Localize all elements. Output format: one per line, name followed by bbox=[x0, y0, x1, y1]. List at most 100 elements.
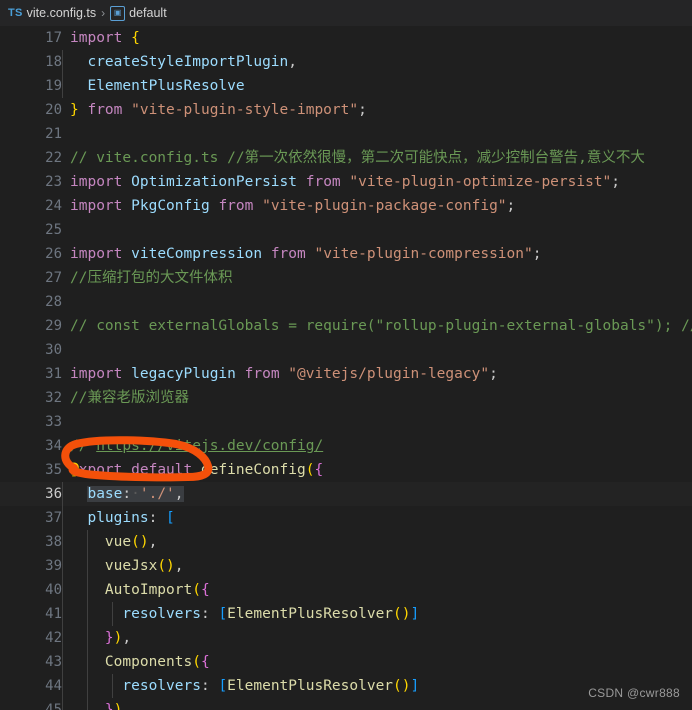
code-token: "vite-plugin-style-import" bbox=[131, 102, 359, 118]
code-text: ElementPlusResolve bbox=[62, 74, 245, 98]
code-token: { bbox=[200, 582, 210, 598]
code-line[interactable]: 33 bbox=[0, 410, 692, 434]
code-token: ElementPlusResolver bbox=[227, 678, 394, 694]
code-line[interactable]: 36 base:·'./', bbox=[0, 482, 692, 506]
code-line[interactable]: 25 bbox=[0, 218, 692, 242]
code-token: } bbox=[70, 102, 79, 118]
code-line[interactable]: 24 import PkgConfig from "vite-plugin-pac… bbox=[0, 194, 692, 218]
code-text: }), bbox=[62, 698, 131, 710]
line-number: 34 bbox=[45, 438, 62, 454]
breadcrumb-separator: › bbox=[101, 6, 106, 20]
watermark: CSDN @cwr888 bbox=[588, 686, 680, 700]
code-token: () bbox=[157, 558, 175, 574]
code-line[interactable]: 43 Components({ bbox=[0, 650, 692, 674]
code-text: // const externalGlobals = require("roll… bbox=[62, 314, 692, 338]
code-token: base bbox=[87, 486, 123, 502]
code-line[interactable]: 19 ElementPlusResolve bbox=[0, 74, 692, 98]
code-token: https://vitejs.dev/config/ bbox=[96, 438, 324, 454]
code-token: // bbox=[70, 438, 97, 454]
indent-guide bbox=[62, 650, 63, 674]
code-token: { bbox=[314, 462, 324, 478]
code-token: { bbox=[131, 30, 140, 46]
line-number: 22 bbox=[45, 150, 62, 166]
code-line[interactable]: 27 //压缩打包的大文件体积 bbox=[0, 266, 692, 290]
code-token: import bbox=[70, 174, 123, 190]
line-number: 24 bbox=[45, 198, 62, 214]
code-token: PkgConfig bbox=[131, 198, 210, 214]
code-token: , bbox=[288, 54, 297, 70]
lightbulb-quickfix-icon[interactable] bbox=[68, 461, 80, 477]
indent-guide bbox=[62, 482, 63, 506]
code-token: vue bbox=[104, 534, 132, 550]
indent-guide bbox=[112, 602, 113, 626]
indent-guide bbox=[87, 530, 88, 554]
indent-guide bbox=[87, 578, 88, 602]
code-line[interactable]: 26 import viteCompression from "vite-plug… bbox=[0, 242, 692, 266]
code-token: ] bbox=[410, 678, 420, 694]
indent-guide bbox=[62, 554, 63, 578]
code-token: [ bbox=[166, 510, 175, 526]
code-token: : bbox=[122, 486, 132, 502]
code-line[interactable]: 41 resolvers: [ElementPlusResolver()] bbox=[0, 602, 692, 626]
code-text: plugins: [ bbox=[62, 506, 175, 530]
code-line[interactable]: 42 }), bbox=[0, 626, 692, 650]
code-text: base:·'./', bbox=[62, 482, 184, 506]
code-line[interactable]: 18 createStyleImportPlugin, bbox=[0, 50, 692, 74]
code-line[interactable]: 39 vueJsx(), bbox=[0, 554, 692, 578]
code-token: "vite-plugin-compression" bbox=[314, 246, 533, 262]
code-line[interactable]: 28 bbox=[0, 290, 692, 314]
code-text: AutoImport({ bbox=[62, 578, 210, 602]
code-line[interactable]: 38 vue(), bbox=[0, 530, 692, 554]
line-number: 41 bbox=[45, 606, 62, 622]
code-token: ] bbox=[410, 606, 420, 622]
code-line[interactable]: 17 import { bbox=[0, 26, 692, 50]
line-number: 32 bbox=[45, 390, 62, 406]
code-line[interactable]: 40 AutoImport({ bbox=[0, 578, 692, 602]
code-text: createStyleImportPlugin, bbox=[62, 50, 297, 74]
code-line[interactable]: 23 import OptimizationPersist from "vite-… bbox=[0, 170, 692, 194]
code-line[interactable]: 22 // vite.config.ts //第一次依然很慢，第二次可能快点，减少… bbox=[0, 146, 692, 170]
line-number: 42 bbox=[45, 630, 62, 646]
code-token: AutoImport bbox=[104, 582, 193, 598]
code-text: import legacyPlugin from "@vitejs/plugin… bbox=[62, 362, 498, 386]
code-line[interactable]: 31 import legacyPlugin from "@vitejs/plug… bbox=[0, 362, 692, 386]
code-line[interactable]: 32 //兼容老版浏览器 bbox=[0, 386, 692, 410]
code-line[interactable]: 37 plugins: [ bbox=[0, 506, 692, 530]
code-text: import viteCompression from "vite-plugin… bbox=[62, 242, 541, 266]
code-token: resolvers bbox=[122, 678, 201, 694]
code-text: export default defineConfig({ bbox=[62, 458, 323, 482]
breadcrumb-file-name: vite.config.ts bbox=[26, 6, 97, 20]
code-line[interactable]: 35 export default defineConfig({ bbox=[0, 458, 692, 482]
code-token: , bbox=[122, 630, 132, 646]
symbol-variable-icon: ▣ bbox=[110, 5, 126, 21]
code-token: ; bbox=[611, 174, 621, 190]
code-token: plugins bbox=[87, 510, 149, 526]
code-token: ; bbox=[506, 198, 516, 214]
code-text: //兼容老版浏览器 bbox=[62, 386, 189, 410]
line-number: 33 bbox=[45, 414, 62, 430]
code-line[interactable]: 30 bbox=[0, 338, 692, 362]
code-line[interactable]: 34 // https://vitejs.dev/config/ bbox=[0, 434, 692, 458]
code-line[interactable]: 21 bbox=[0, 122, 692, 146]
code-token: "vite-plugin-package-config" bbox=[262, 198, 507, 214]
breadcrumb-file[interactable]: TS vite.config.ts bbox=[8, 6, 96, 20]
code-text: // vite.config.ts //第一次依然很慢，第二次可能快点，减少控制… bbox=[62, 146, 645, 170]
typescript-file-icon: TS bbox=[8, 7, 23, 19]
breadcrumb-symbol[interactable]: ▣ default bbox=[110, 5, 167, 21]
code-token: { bbox=[200, 654, 210, 670]
code-token: from bbox=[87, 102, 123, 118]
line-number: 18 bbox=[45, 54, 62, 70]
code-text: //压缩打包的大文件体积 bbox=[62, 266, 232, 290]
code-line[interactable]: 20} from "vite-plugin-style-import"; bbox=[0, 98, 692, 122]
code-editor[interactable]: 17 import {18 createStyleImportPlugin, 19 … bbox=[0, 26, 692, 710]
code-line[interactable]: 29 // const externalGlobals = require("ro… bbox=[0, 314, 692, 338]
